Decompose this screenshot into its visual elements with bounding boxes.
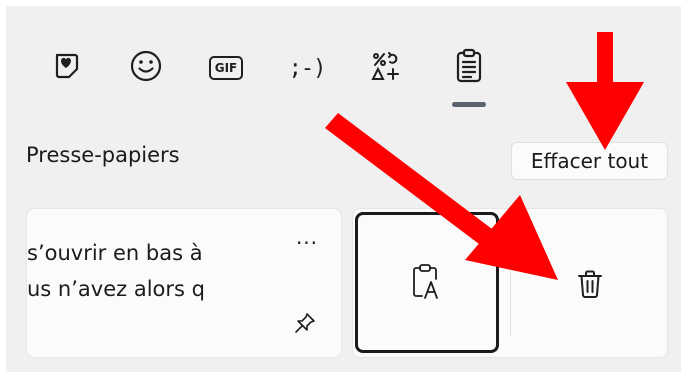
clipboard-item-line: s’ouvrir en bas à	[27, 241, 203, 265]
smiley-icon	[129, 49, 163, 87]
clipboard-item-text: s’ouvrir en bas à us n’avez alors q	[27, 235, 287, 307]
clipboard-icon	[454, 48, 484, 88]
tab-gif[interactable]: GIF	[204, 46, 248, 90]
tab-kaomoji-heart[interactable]	[44, 46, 88, 90]
kaomoji-icon: ;-)	[288, 55, 327, 81]
pin-icon	[293, 311, 317, 339]
paste-as-text-button[interactable]	[355, 212, 499, 353]
more-options-button[interactable]: ···	[289, 231, 325, 255]
clipboard-item-line: us n’avez alors q	[27, 277, 205, 301]
clear-all-button[interactable]: Effacer tout	[511, 142, 668, 180]
paste-text-icon	[410, 261, 444, 305]
tab-clipboard[interactable]	[447, 46, 491, 90]
action-divider	[510, 226, 511, 336]
delete-button[interactable]	[566, 262, 614, 310]
active-tab-indicator	[452, 102, 486, 107]
clipboard-title: Presse-papiers	[26, 143, 180, 167]
tab-emoji[interactable]	[124, 46, 168, 90]
gif-icon: GIF	[209, 56, 243, 80]
trash-icon	[576, 269, 604, 303]
symbols-icon	[369, 49, 403, 87]
heart-sticker-icon	[50, 50, 82, 86]
tab-symbols[interactable]	[364, 46, 408, 90]
clipboard-item[interactable]: s’ouvrir en bas à us n’avez alors q ···	[26, 208, 342, 358]
pin-button[interactable]	[287, 309, 323, 341]
tab-kaomoji[interactable]: ;-)	[280, 46, 334, 90]
